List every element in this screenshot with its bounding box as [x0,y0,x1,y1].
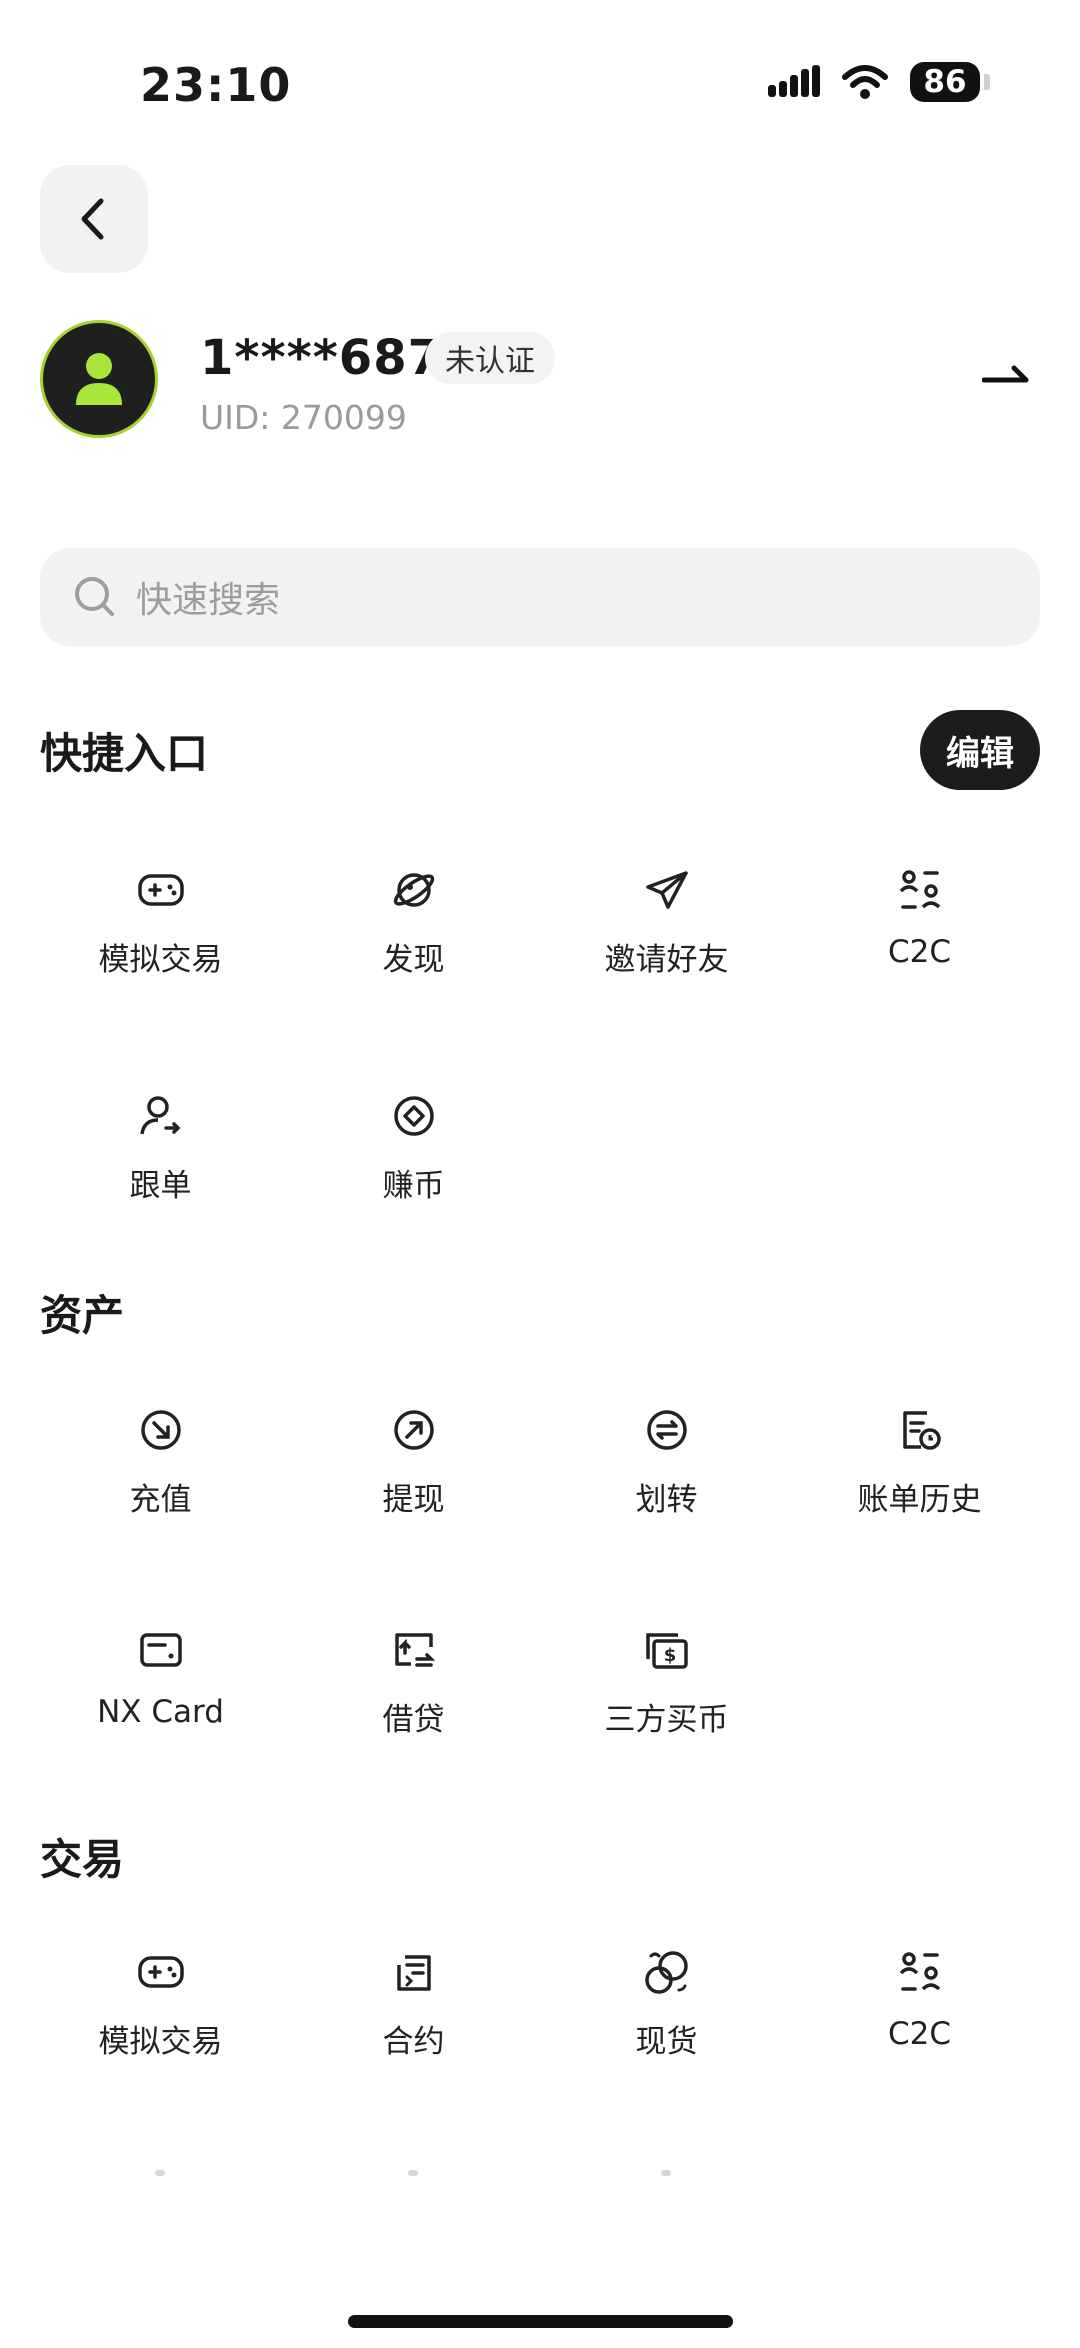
user-uid: UID: 270099 [200,398,407,437]
section-title-shortcuts: 快捷入口 [40,729,209,778]
next-row-faded-icon [155,2170,165,2176]
trade-item-spot[interactable]: 现货 [540,1944,793,2061]
battery-cap [984,74,990,90]
trade-label: 现货 [635,2024,698,2060]
trade-item-contract[interactable]: 合约 [287,1944,540,2061]
section-title-assets: 资产 [40,1291,125,1340]
status-icons: 86 [768,62,990,102]
third-party-buy-icon: $ [540,1622,793,1678]
shortcut-item-c2c[interactable]: C2C [793,862,1046,970]
trade-label: 模拟交易 [98,2024,223,2060]
arrow-right-icon [981,365,1029,383]
gamepad-icon [34,1944,287,2000]
cellular-signal-icon [768,65,820,97]
withdraw-arrow-icon [287,1402,540,1458]
paper-plane-icon [540,862,793,918]
shortcut-label: 邀请好友 [604,942,729,978]
asset-item-deposit[interactable]: 充值 [34,1402,287,1519]
asset-item-withdraw[interactable]: 提现 [287,1402,540,1519]
verification-badge[interactable]: 未认证 [425,332,555,384]
shortcut-label: C2C [887,934,951,970]
search-icon [72,574,118,620]
c2c-users-icon [793,1944,1046,2000]
shortcut-item-earn[interactable]: 赚币 [287,1088,540,1205]
card-icon [34,1622,287,1678]
asset-label: 借贷 [382,1702,445,1738]
chevron-left-icon [81,198,104,240]
shortcut-label: 发现 [382,942,445,978]
earn-coin-icon [287,1088,540,1144]
asset-item-transfer[interactable]: 划转 [540,1402,793,1519]
planet-icon [287,862,540,918]
battery-level: 86 [910,62,980,102]
spot-coins-icon [540,1944,793,2000]
loan-icon [287,1622,540,1678]
shortcut-label: 模拟交易 [98,942,223,978]
wifi-icon [842,65,888,99]
shortcut-label: 跟单 [129,1168,192,1204]
section-title-trade: 交易 [40,1835,125,1884]
shortcut-item-copy-trade[interactable]: 跟单 [34,1088,287,1205]
profile-arrow-button[interactable] [981,362,1030,390]
user-avatar-icon [76,353,122,405]
shortcut-item-invite[interactable]: 邀请好友 [540,862,793,979]
avatar[interactable] [40,320,158,438]
asset-label: 账单历史 [857,1482,982,1518]
copy-trade-user-icon [34,1088,287,1144]
asset-item-bill-history[interactable]: 账单历史 [793,1402,1046,1519]
search-input[interactable]: 快速搜索 [136,571,280,623]
trade-item-sim-trading[interactable]: 模拟交易 [34,1944,287,2061]
trade-label: 合约 [382,2024,445,2060]
transfer-icon [540,1402,793,1458]
back-button[interactable] [40,165,148,273]
asset-label: 划转 [635,1482,698,1518]
next-row-faded-icon [408,2170,418,2176]
asset-item-nx-card[interactable]: NX Card [34,1622,287,1730]
gamepad-icon [34,862,287,918]
search-bar[interactable]: 快速搜索 [40,548,1040,646]
username: 1****687 [200,330,442,386]
next-row-faded-icon [661,2170,671,2176]
edit-button[interactable]: 编辑 [920,710,1040,790]
shortcut-item-sim-trading[interactable]: 模拟交易 [34,862,287,979]
asset-label: 提现 [382,1482,445,1518]
deposit-arrow-icon [34,1402,287,1458]
c2c-users-icon [793,862,1046,918]
shortcut-item-discover[interactable]: 发现 [287,862,540,979]
asset-label: NX Card [97,1694,224,1730]
bill-history-icon [793,1402,1046,1458]
home-indicator [348,2315,733,2328]
shortcut-label: 赚币 [382,1168,445,1204]
svg-text:$: $ [663,1645,676,1666]
asset-label: 三方买币 [604,1702,729,1738]
status-time: 23:10 [140,58,292,112]
trade-label: C2C [887,2016,951,2052]
asset-label: 充值 [129,1482,192,1518]
contract-document-icon [287,1944,540,2000]
asset-item-third-party-buy[interactable]: $ 三方买币 [540,1622,793,1739]
trade-item-c2c[interactable]: C2C [793,1944,1046,2052]
asset-item-loan[interactable]: 借贷 [287,1622,540,1739]
